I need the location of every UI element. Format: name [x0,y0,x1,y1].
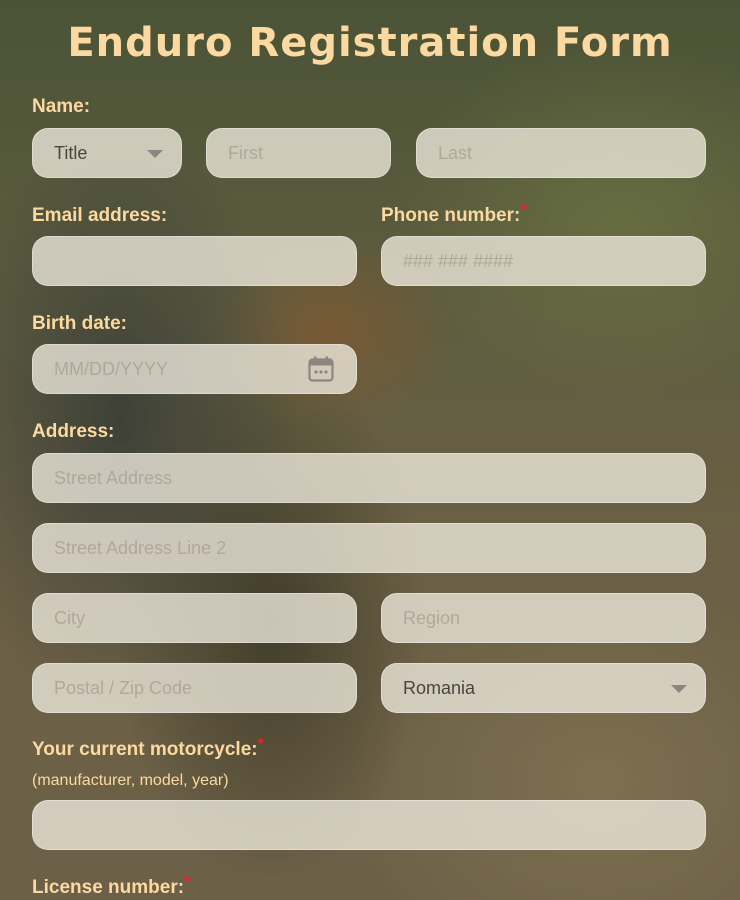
email-field[interactable] [32,236,357,286]
country-value: Romania [403,677,476,698]
name-label: Name: [32,96,91,117]
phone-label: Phone number:* [381,202,527,227]
last-name-input[interactable]: Last [416,128,706,178]
city-placeholder: City [54,607,85,628]
license-label: License number:* [32,874,191,899]
region-input[interactable]: Region [381,593,706,643]
city-input[interactable]: City [32,593,357,643]
first-name-placeholder: First [228,142,263,163]
birth-date-placeholder: MM/DD/YYYY [54,358,169,379]
country-select[interactable]: Romania [381,663,706,713]
registration-form: Enduro Registration Form Name: Title Fir… [0,0,740,900]
birth-date-label: Birth date: [32,313,127,334]
required-marker: * [520,202,527,219]
motorcycle-sublabel: (manufacturer, model, year) [32,772,229,789]
required-marker: * [257,736,264,753]
phone-label-text: Phone number: [381,205,521,226]
birth-date-field[interactable]: MM/DD/YYYY [32,344,357,394]
street-address-line2-input[interactable]: Street Address Line 2 [32,523,706,573]
calendar-icon[interactable] [308,356,334,382]
phone-placeholder: ### ### #### [403,250,514,271]
first-name-input[interactable]: First [206,128,391,178]
region-placeholder: Region [403,607,461,628]
chevron-down-icon [147,150,163,158]
motorcycle-label: Your current motorcycle:* [32,736,264,761]
address-label: Address: [32,421,115,442]
motorcycle-label-text: Your current motorcycle: [32,739,258,760]
postal-code-input[interactable]: Postal / Zip Code [32,663,357,713]
phone-field[interactable]: ### ### #### [381,236,706,286]
email-label: Email address: [32,205,168,226]
title-select-value: Title [54,142,88,163]
license-label-text: License number: [32,877,185,898]
street-address-line2-placeholder: Street Address Line 2 [54,537,227,558]
motorcycle-input[interactable] [32,800,706,850]
required-marker: * [184,874,191,891]
postal-code-placeholder: Postal / Zip Code [54,677,193,698]
form-title: Enduro Registration Form [67,20,673,66]
street-address-placeholder: Street Address [54,467,173,488]
street-address-input[interactable]: Street Address [32,453,706,503]
last-name-placeholder: Last [438,142,473,163]
title-select[interactable]: Title [32,128,182,178]
chevron-down-icon [671,685,687,693]
